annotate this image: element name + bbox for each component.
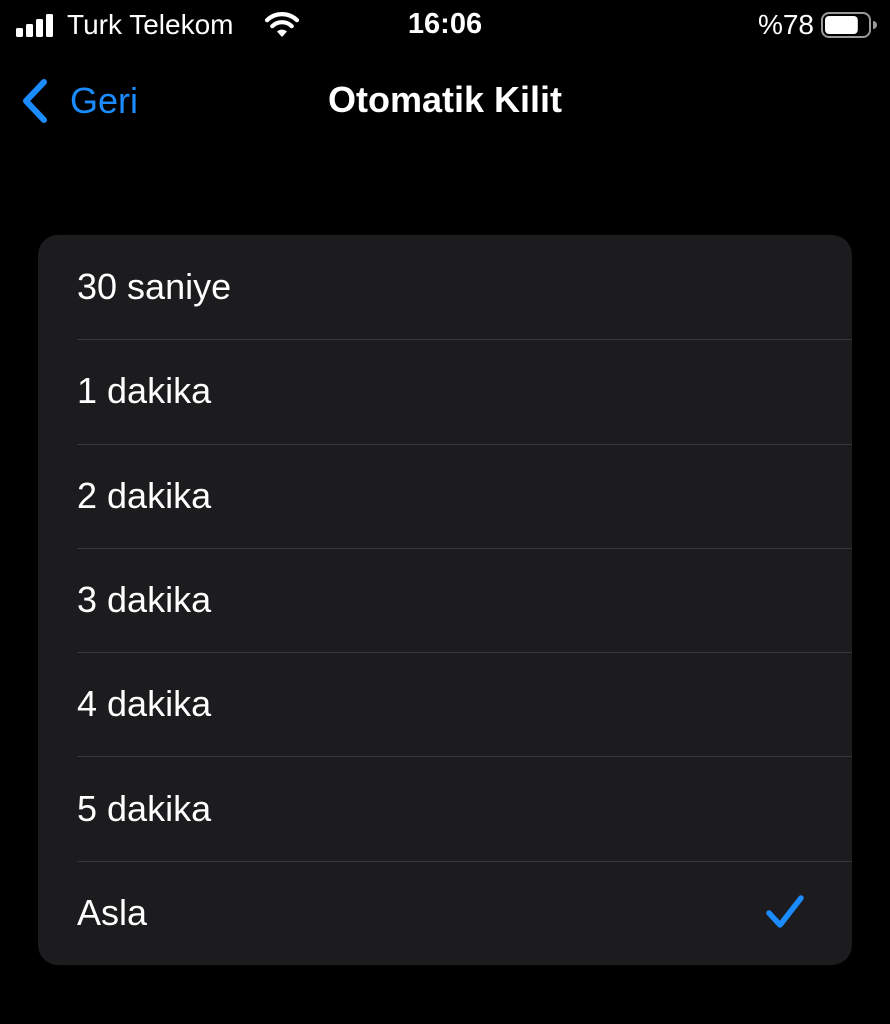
navigation-bar: Geri Otomatik Kilit [0, 60, 890, 140]
option-label: 4 dakika [77, 683, 212, 725]
status-bar: Turk Telekom 16:06 %78 [0, 0, 890, 52]
clock: 16:06 [407, 8, 483, 40]
option-label: 5 dakika [77, 787, 212, 829]
option-label: 3 dakika [77, 579, 212, 621]
option-label: 1 dakika [77, 370, 212, 412]
carrier-label: Turk Telekom [67, 9, 234, 40]
battery-fill [825, 16, 858, 34]
option-4-minutes[interactable]: 4 dakika [38, 652, 852, 756]
option-label: Asla [77, 891, 148, 933]
auto-lock-options: 30 saniye 1 dakika 2 dakika 3 dakika 4 d… [38, 235, 852, 965]
page-title: Otomatik Kilit [327, 79, 563, 120]
option-label: 30 saniye [77, 266, 232, 308]
battery-icon [821, 12, 877, 38]
checkmark-icon [766, 895, 804, 928]
back-button[interactable]: Geri [18, 76, 138, 126]
chevron-left-icon [23, 79, 47, 123]
option-3-minutes[interactable]: 3 dakika [38, 547, 852, 652]
wifi-icon [264, 12, 300, 37]
option-1-minute[interactable]: 1 dakika [38, 339, 852, 443]
battery-percentage: %78 [757, 9, 814, 40]
back-button-label: Geri [70, 80, 139, 121]
option-2-minutes[interactable]: 2 dakika [38, 443, 852, 548]
option-30-seconds[interactable]: 30 saniye [38, 235, 852, 339]
option-never[interactable]: Asla [38, 860, 852, 965]
signal-icon [16, 14, 53, 37]
option-label: 2 dakika [77, 474, 212, 516]
option-5-minutes[interactable]: 5 dakika [38, 756, 852, 860]
